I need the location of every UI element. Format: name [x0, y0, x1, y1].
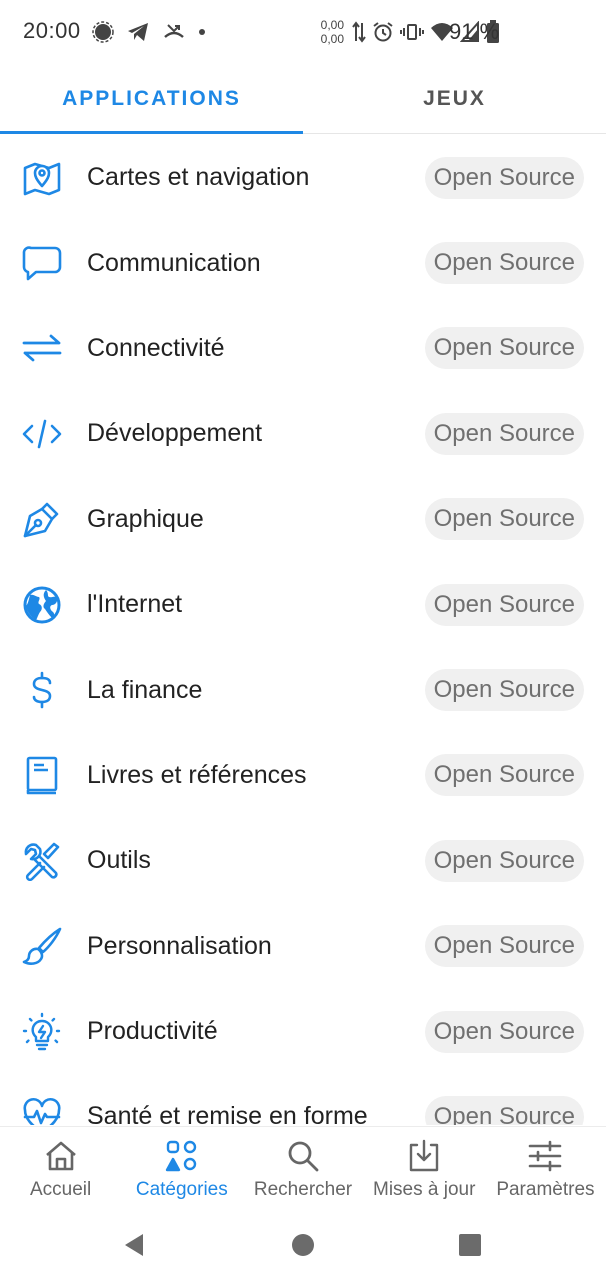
- open-source-badge: Open Source: [424, 498, 584, 541]
- download-icon: [410, 1139, 439, 1172]
- category-label: Graphique: [87, 504, 204, 533]
- tools-icon: [22, 841, 62, 881]
- category-row[interactable]: Communication Open Source: [0, 220, 606, 305]
- open-source-badge: Open Source: [424, 242, 584, 285]
- tab-applications[interactable]: APPLICATIONS: [0, 64, 303, 134]
- category-row[interactable]: Outils Open Source: [0, 818, 606, 903]
- brush-icon: [22, 926, 62, 966]
- back-icon[interactable]: [121, 1232, 147, 1258]
- data-transfer-icon: [352, 21, 366, 43]
- category-row[interactable]: l'Internet Open Source: [0, 562, 606, 647]
- alarm-icon: [373, 22, 393, 42]
- open-source-badge: Open Source: [424, 156, 584, 199]
- home-button-icon[interactable]: [290, 1232, 316, 1258]
- category-label: Santé et remise en forme: [87, 1102, 368, 1125]
- category-row[interactable]: La finance Open Source: [0, 647, 606, 732]
- open-source-badge: Open Source: [424, 327, 584, 370]
- open-source-badge: Open Source: [424, 1095, 584, 1125]
- nav-categories[interactable]: Catégories: [121, 1127, 242, 1212]
- category-row[interactable]: Cartes et navigation Open Source: [0, 135, 606, 220]
- open-source-badge: Open Source: [424, 925, 584, 968]
- signal-app-icon: [92, 21, 114, 43]
- pen-nib-icon: [22, 499, 62, 539]
- telegram-icon: [128, 23, 148, 41]
- status-notification-icons: [92, 20, 206, 44]
- home-icon: [45, 1141, 76, 1171]
- category-label: l'Internet: [87, 590, 183, 619]
- category-label: Communication: [87, 248, 261, 277]
- category-row[interactable]: Connectivité Open Source: [0, 306, 606, 391]
- dollar-icon: [22, 670, 62, 710]
- category-row[interactable]: Santé et remise en forme Open Source: [0, 1074, 606, 1125]
- category-label: Personnalisation: [87, 931, 272, 960]
- category-row[interactable]: Graphique Open Source: [0, 477, 606, 562]
- nav-settings-label: Paramètres: [496, 1179, 595, 1200]
- category-label: Développement: [87, 419, 263, 448]
- notification-dot-icon: [199, 29, 205, 35]
- category-row[interactable]: Développement Open Source: [0, 391, 606, 476]
- category-row[interactable]: Personnalisation Open Source: [0, 904, 606, 989]
- open-source-badge: Open Source: [424, 583, 584, 626]
- missed-call-icon: [164, 24, 184, 38]
- category-label: La finance: [87, 675, 203, 704]
- data-rate-up: 0,00: [320, 18, 344, 32]
- globe-icon: [22, 585, 62, 625]
- data-rate-down: 0,00: [320, 32, 344, 46]
- category-label: Outils: [87, 846, 151, 875]
- nav-search[interactable]: Rechercher: [242, 1127, 363, 1212]
- open-source-badge: Open Source: [424, 839, 584, 882]
- status-time: 20:00: [23, 18, 81, 43]
- chat-bubble-icon: [22, 243, 62, 283]
- book-icon: [22, 755, 62, 795]
- nav-home-label: Accueil: [29, 1179, 92, 1200]
- swap-arrows-icon: [22, 328, 62, 368]
- nav-search-label: Rechercher: [253, 1179, 353, 1200]
- sliders-icon: [529, 1140, 562, 1172]
- open-source-badge: Open Source: [424, 1010, 584, 1053]
- nav-categories-label: Catégories: [135, 1179, 228, 1200]
- vibrate-icon: [400, 24, 424, 40]
- categories-icon: [165, 1140, 196, 1172]
- system-navigation-bar: [0, 1212, 606, 1280]
- status-bar: 20:00 0,00 0,00 91 %: [0, 0, 606, 64]
- tab-indicator: [0, 131, 303, 134]
- code-icon: [22, 414, 62, 454]
- lightbulb-icon: [22, 1012, 62, 1052]
- category-label: Connectivité: [87, 333, 225, 362]
- category-label: Cartes et navigation: [87, 163, 310, 192]
- map-pin-icon: [22, 158, 62, 198]
- recents-icon[interactable]: [457, 1232, 483, 1258]
- nav-updates[interactable]: Mises à jour: [364, 1127, 485, 1212]
- search-icon: [288, 1141, 319, 1172]
- nav-home[interactable]: Accueil: [0, 1127, 121, 1212]
- nav-updates-label: Mises à jour: [373, 1179, 476, 1200]
- category-row[interactable]: Productivité Open Source: [0, 989, 606, 1074]
- bottom-navigation: Accueil Catégories Rechercher Mises à jo…: [0, 1126, 606, 1212]
- battery-percent: 91 %: [449, 19, 500, 44]
- nav-settings[interactable]: Paramètres: [485, 1127, 606, 1212]
- category-label: Productivité: [87, 1017, 218, 1046]
- tab-bar: APPLICATIONS JEUX: [0, 64, 606, 134]
- data-rate: 0,00 0,00: [321, 18, 344, 46]
- category-list[interactable]: Cartes et navigation Open Source Communi…: [0, 135, 606, 1125]
- heartbeat-icon: [22, 1097, 62, 1125]
- tab-games[interactable]: JEUX: [303, 64, 606, 134]
- open-source-badge: Open Source: [424, 669, 584, 712]
- open-source-badge: Open Source: [424, 412, 584, 455]
- category-label: Livres et références: [87, 760, 307, 789]
- category-row[interactable]: Livres et références Open Source: [0, 733, 606, 818]
- open-source-badge: Open Source: [424, 754, 584, 797]
